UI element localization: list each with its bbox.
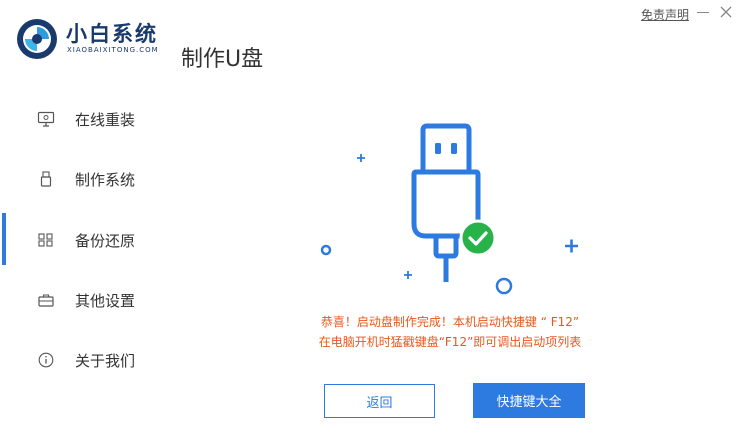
sidebar-item-label: 关于我们 bbox=[75, 352, 136, 370]
info-icon bbox=[38, 352, 54, 368]
sidebar-item-about-us[interactable]: 关于我们 bbox=[0, 340, 170, 380]
logo-icon bbox=[17, 19, 57, 59]
sidebar-item-label: 制作系统 bbox=[75, 171, 136, 189]
hotkeys-list-button[interactable]: 快捷键大全 bbox=[473, 383, 585, 418]
briefcase-icon bbox=[38, 294, 54, 307]
usb-success-illustration bbox=[320, 123, 578, 295]
sidebar-item-other-settings[interactable]: 其他设置 bbox=[0, 280, 170, 320]
sidebar-item-backup-restore[interactable]: 备份还原 bbox=[0, 220, 170, 260]
sidebar-item-make-system[interactable]: 制作系统 bbox=[0, 159, 170, 199]
page-title: 制作U盘 bbox=[181, 47, 264, 72]
sidebar-item-label: 在线重装 bbox=[75, 111, 136, 129]
sidebar-item-online-reinstall[interactable]: 在线重装 bbox=[0, 99, 170, 139]
grid-icon bbox=[38, 233, 53, 247]
usb-drive-icon bbox=[40, 171, 52, 187]
success-message-line1: 恭喜！启动盘制作完成！本机启动快捷键 “ F12” bbox=[320, 315, 580, 329]
monitor-icon bbox=[37, 111, 55, 127]
minimize-button[interactable] bbox=[697, 12, 709, 13]
brand-name: 小白系统 bbox=[66, 22, 158, 46]
close-icon[interactable] bbox=[719, 4, 733, 20]
success-message-line2: 在电脑开机时猛戳键盘“F12”即可调出启动项列表 bbox=[318, 335, 582, 349]
brand-subtitle: XIAOBAIXITONG.COM bbox=[67, 46, 159, 54]
sidebar-item-label: 备份还原 bbox=[75, 232, 136, 250]
back-button[interactable]: 返回 bbox=[324, 384, 435, 418]
sidebar-item-label: 其他设置 bbox=[75, 292, 136, 310]
disclaimer-link[interactable]: 免责声明 bbox=[641, 6, 689, 23]
